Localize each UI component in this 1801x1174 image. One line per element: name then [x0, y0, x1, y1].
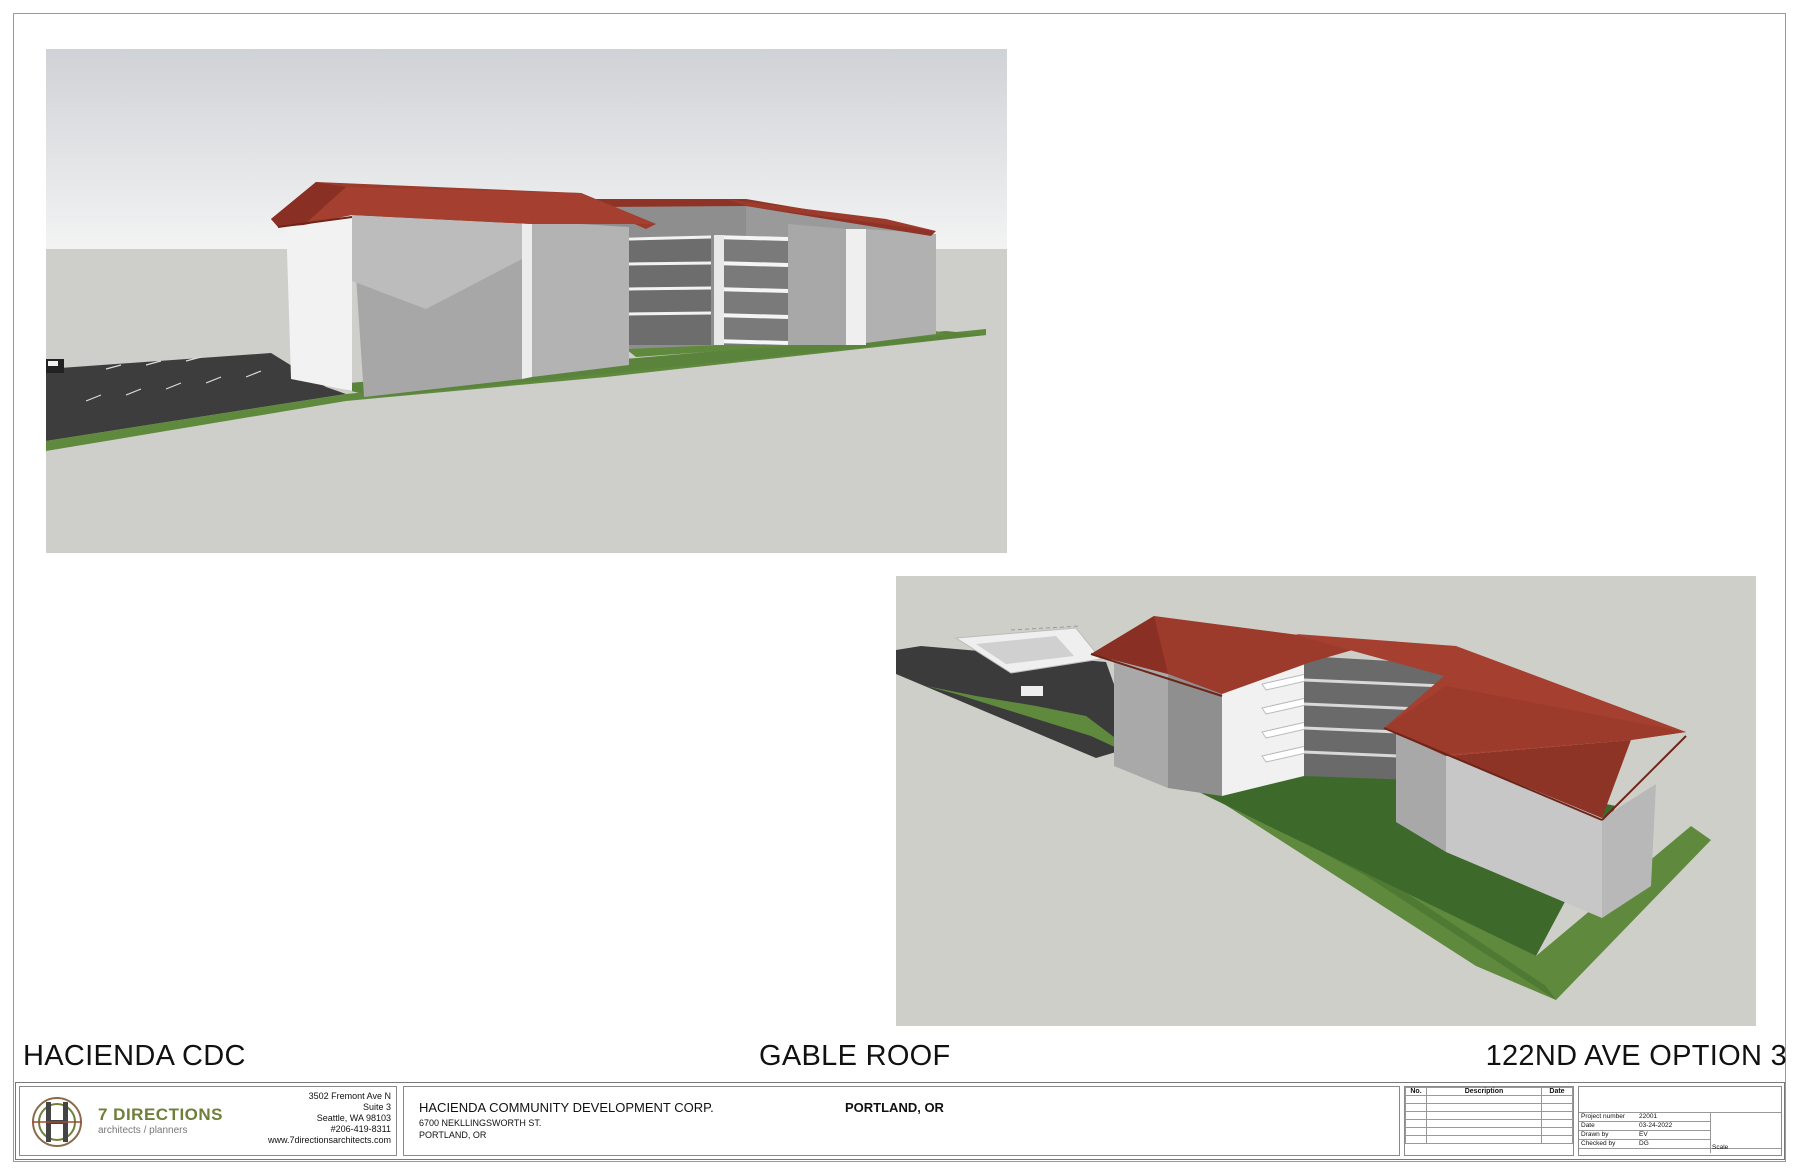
firm-website: www.7directionsarchitects.com: [267, 1135, 391, 1145]
client-address-street: 6700 NEKLLINGSWORTH ST.: [419, 1118, 542, 1128]
revision-row: [1405, 1111, 1573, 1120]
perspective-view-aerial: [896, 576, 1756, 1026]
project-number: 22001: [1639, 1113, 1658, 1120]
revision-row: [1405, 1103, 1573, 1112]
revision-no-header: No.: [1405, 1087, 1427, 1096]
revision-row: [1405, 1119, 1573, 1128]
project-number-row: Project number 22001: [1581, 1113, 1658, 1120]
date-row: Date 03-24-2022: [1581, 1122, 1673, 1129]
checked-by-row: Checked by DG: [1581, 1140, 1649, 1147]
firm-address-line: 3502 Fremont Ave N: [308, 1091, 391, 1101]
project-city: PORTLAND, OR: [845, 1100, 944, 1115]
title-block: 7 DIRECTIONS architects / planners 3502 …: [15, 1082, 1785, 1160]
sheet-title: GABLE ROOF: [759, 1040, 951, 1072]
revision-row: [1405, 1127, 1573, 1136]
client-cell: [403, 1086, 1400, 1156]
sheet-option: 122ND AVE OPTION 3: [1485, 1040, 1787, 1072]
firm-address: 3502 Fremont Ave N Suite 3 Seattle, WA 9…: [268, 1091, 391, 1146]
client-name: HACIENDA COMMUNITY DEVELOPMENT CORP.: [419, 1100, 714, 1115]
drawn-by-value: EV: [1639, 1131, 1648, 1138]
firm-address-line: Seattle, WA 98103: [316, 1113, 391, 1123]
firm-logo-icon: [32, 1097, 82, 1147]
firm-phone: #206-419-8311: [330, 1124, 391, 1134]
perspective-view-front: [46, 49, 1007, 553]
date-value: 03-24-2022: [1639, 1122, 1673, 1129]
revision-date-header: Date: [1541, 1087, 1573, 1096]
drawn-by-row: Drawn by EV: [1581, 1131, 1648, 1138]
revision-row: [1405, 1095, 1573, 1104]
firm-name: 7 DIRECTIONS: [98, 1105, 224, 1124]
client-address-city: PORTLAND, OR: [419, 1130, 487, 1140]
checked-by-value: DG: [1639, 1140, 1649, 1147]
scale-label: Scale: [1712, 1144, 1729, 1151]
revision-row: [1405, 1135, 1573, 1144]
firm-tagline: architects / planners: [98, 1125, 188, 1136]
project-name: HACIENDA CDC: [23, 1040, 246, 1072]
revision-description-header: Description: [1426, 1087, 1542, 1096]
firm-address-line: Suite 3: [362, 1102, 391, 1112]
firm-cell: 7 DIRECTIONS architects / planners 3502 …: [19, 1086, 397, 1156]
revision-table: No. Description Date: [1404, 1086, 1574, 1156]
project-info-cell: Project number 22001 Date 03-24-2022 Drawn…: [1578, 1086, 1782, 1156]
